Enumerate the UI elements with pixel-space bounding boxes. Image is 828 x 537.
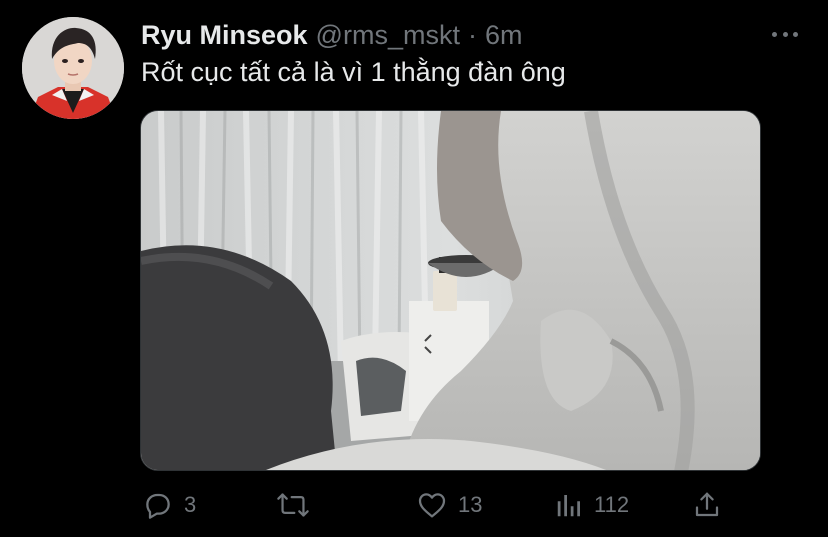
heart-icon [416,489,448,521]
share-upload-icon [692,490,722,520]
timestamp[interactable]: 6m [485,18,523,52]
views-count: 112 [594,492,630,517]
more-dot [782,31,788,37]
more-dot [793,31,798,37]
author-handle[interactable]: @rms_mskt [316,18,460,52]
tweet-text: Rốt cục tất cả là vì 1 thằng đàn ông [141,57,566,87]
views-button[interactable]: 112 [554,484,629,526]
more-horizontal-icon[interactable] [772,26,798,42]
like-button[interactable]: 13 [416,484,482,526]
avatar[interactable] [22,17,124,119]
tweet-media-photo[interactable] [140,110,761,471]
retweet-button[interactable] [276,484,320,526]
reply-bubble-icon [142,489,174,521]
share-button[interactable] [692,484,722,526]
tweet-header: Ryu Minseok @rms_mskt · 6m [141,18,522,52]
author-display-name[interactable]: Ryu Minseok [141,18,308,52]
reply-count: 3 [184,492,197,517]
more-dot [772,31,777,37]
tweet-action-bar: 3 13 112 [140,484,740,526]
retweet-icon [276,489,310,521]
separator-dot: · [467,20,477,50]
analytics-bars-icon [554,490,584,520]
like-count: 13 [458,492,483,517]
reply-button[interactable]: 3 [142,484,196,526]
